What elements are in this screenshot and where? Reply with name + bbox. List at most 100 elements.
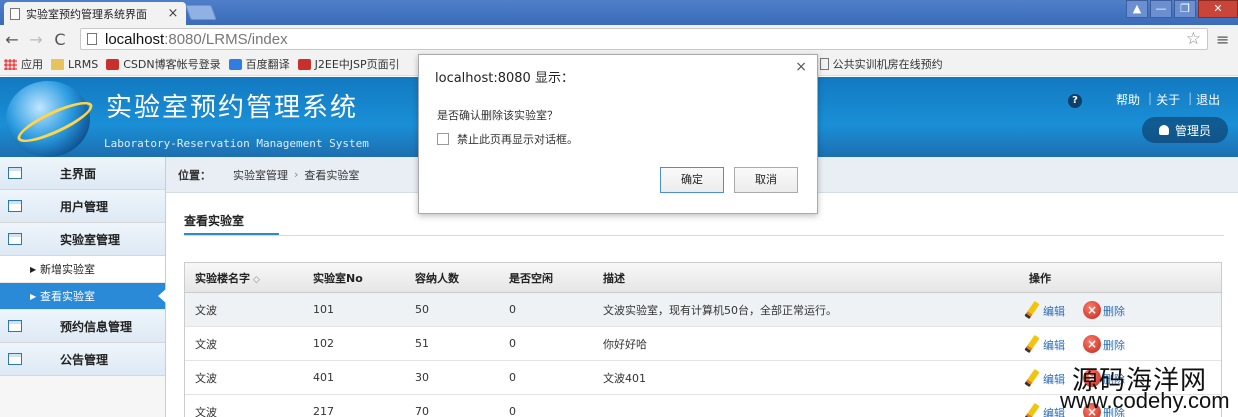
bookmark-label: CSDN博客帐号登录 bbox=[123, 58, 221, 71]
cancel-button[interactable]: 取消 bbox=[734, 167, 798, 193]
sidebar-item-label: 预约信息管理 bbox=[60, 319, 133, 334]
help-link[interactable]: 帮助 bbox=[1116, 91, 1140, 108]
sidebar-item-label: 实验室管理 bbox=[60, 232, 121, 247]
sidebar-item-labs[interactable]: 实验室管理 bbox=[0, 223, 165, 256]
column-header[interactable]: 实验楼名字 ◇ bbox=[185, 270, 313, 286]
watermark-url: www.codehy.com bbox=[1060, 388, 1230, 413]
globe-logo-icon bbox=[6, 81, 90, 157]
edit-button[interactable]: 编辑 bbox=[1024, 300, 1065, 319]
browser-menu-icon[interactable]: ≡ bbox=[1216, 30, 1229, 49]
sidebar-item-label: 用户管理 bbox=[60, 199, 109, 214]
section-title: 查看实验室 bbox=[184, 214, 245, 228]
about-link[interactable]: 关于 bbox=[1156, 91, 1180, 108]
url-path: :8080/LRMS/index bbox=[164, 30, 288, 48]
sidebar-item-home[interactable]: 主界面 bbox=[0, 157, 165, 190]
cell-building: 文波 bbox=[195, 405, 217, 417]
triangle-right-icon: ▶ bbox=[30, 291, 37, 301]
dialog-message: 是否确认删除该实验室？ bbox=[437, 109, 558, 122]
edit-button[interactable]: 编辑 bbox=[1024, 334, 1065, 353]
confirm-dialog: localhost:8080 显示： × 是否确认删除该实验室？ 禁止此页再显示… bbox=[418, 54, 818, 214]
logout-link[interactable]: 退出 bbox=[1196, 91, 1220, 108]
list-icon bbox=[8, 167, 22, 179]
sidebar-sub-add-lab[interactable]: ▶ 新增实验室 bbox=[0, 256, 165, 283]
bookmark-csdn[interactable]: CSDN博客帐号登录 bbox=[106, 56, 221, 72]
system-title: 实验室预约管理系统 bbox=[106, 93, 359, 123]
suppress-dialog-checkbox[interactable]: 禁止此页再显示对话框。 bbox=[437, 131, 578, 147]
bookmark-label: LRMS bbox=[68, 57, 99, 71]
screen: 实验室预约管理系统界面 × ▲ — ❐ ✕ ← → C localhost:80… bbox=[0, 0, 1238, 417]
delete-circle-icon: × bbox=[1083, 300, 1101, 319]
table-header: 实验楼名字 ◇ 实验室No 容纳人数 是否空闲 描述 操作 bbox=[185, 263, 1221, 293]
window-close-icon[interactable]: ✕ bbox=[1198, 0, 1238, 18]
cell-building: 文波 bbox=[195, 303, 217, 317]
dialog-title: localhost:8080 显示： bbox=[435, 71, 574, 86]
tab-close-icon[interactable]: × bbox=[166, 6, 180, 21]
column-header: 容纳人数 bbox=[415, 271, 459, 285]
breadcrumb-item: 查看实验室 bbox=[304, 168, 360, 182]
bookmark-star-icon[interactable]: ☆ bbox=[1186, 29, 1201, 49]
edit-label: 编辑 bbox=[1043, 372, 1065, 386]
cell-lab-no: 217 bbox=[313, 405, 334, 417]
cell-building: 文波 bbox=[195, 337, 217, 351]
window-minimize-icon[interactable]: — bbox=[1150, 0, 1172, 18]
bookmark-lrms[interactable]: LRMS bbox=[51, 58, 98, 71]
table-row: 文波 102 51 0 你好好哈 编辑 × 删除 bbox=[185, 327, 1221, 361]
header-links: 帮助 | 关于 | 退出 bbox=[1116, 91, 1224, 108]
cell-capacity: 70 bbox=[415, 405, 429, 417]
address-bar[interactable]: localhost:8080/LRMS/index ☆ bbox=[80, 28, 1208, 50]
back-arrow-icon[interactable]: ← bbox=[0, 30, 24, 49]
delete-label: 删除 bbox=[1103, 304, 1125, 318]
sidebar-item-users[interactable]: 用户管理 bbox=[0, 190, 165, 223]
bookmark-label: 百度翻译 bbox=[245, 58, 290, 71]
edit-label: 编辑 bbox=[1043, 338, 1065, 352]
list-icon bbox=[8, 353, 22, 365]
new-tab-button[interactable] bbox=[185, 5, 217, 20]
pencil-icon bbox=[1024, 402, 1040, 417]
apps-icon bbox=[4, 58, 17, 70]
browser-toolbar: ← → C localhost:8080/LRMS/index ☆ bbox=[0, 25, 1238, 53]
cell-idle: 0 bbox=[509, 303, 516, 316]
sidebar-sub-label: 查看实验室 bbox=[40, 290, 95, 303]
help-icon[interactable]: ? bbox=[1068, 94, 1082, 108]
breadcrumb-item[interactable]: 实验室管理 bbox=[233, 167, 288, 183]
list-icon bbox=[8, 200, 22, 212]
sidebar-item-reservations[interactable]: 预约信息管理 bbox=[0, 310, 165, 343]
column-header: 是否空闲 bbox=[509, 271, 553, 285]
list-icon bbox=[8, 233, 22, 245]
fanyi-icon bbox=[228, 58, 242, 70]
sidebar-sub-view-lab[interactable]: ▶ 查看实验室 bbox=[0, 283, 166, 310]
delete-button[interactable]: × 删除 bbox=[1083, 300, 1125, 319]
cell-idle: 0 bbox=[509, 337, 516, 350]
delete-button[interactable]: × 删除 bbox=[1083, 334, 1125, 353]
column-header: 实验室No bbox=[313, 271, 363, 285]
bookmark-label: J2EE中JSP页面引 bbox=[314, 58, 400, 71]
browser-tab-bar: 实验室预约管理系统界面 × ▲ — ❐ ✕ bbox=[0, 0, 1238, 25]
admin-button[interactable]: 管理员 bbox=[1142, 117, 1228, 143]
sort-icon[interactable]: ◇ bbox=[253, 275, 260, 285]
breadcrumb-separator: › bbox=[294, 168, 299, 181]
edit-button[interactable]: 编辑 bbox=[1024, 368, 1065, 387]
checkbox-box[interactable] bbox=[437, 133, 449, 145]
column-header: 描述 bbox=[603, 271, 625, 285]
browser-tab[interactable]: 实验室预约管理系统界面 × bbox=[4, 2, 186, 25]
reload-icon[interactable]: C bbox=[48, 30, 72, 49]
sidebar-item-label: 公告管理 bbox=[60, 352, 109, 367]
window-restore-icon[interactable]: ❐ bbox=[1174, 0, 1196, 18]
window-user-icon[interactable]: ▲ bbox=[1126, 0, 1148, 18]
bookmark-apps[interactable]: 应用 bbox=[4, 56, 43, 72]
cell-lab-no: 101 bbox=[313, 303, 334, 316]
cell-description: 你好好哈 bbox=[603, 337, 647, 351]
bookmark-label: 应用 bbox=[21, 58, 43, 71]
bookmark-fanyi[interactable]: 百度翻译 bbox=[228, 56, 290, 72]
forward-arrow-icon[interactable]: → bbox=[24, 30, 48, 49]
dialog-close-icon[interactable]: × bbox=[795, 59, 807, 75]
cell-idle: 0 bbox=[509, 405, 516, 417]
column-header: 操作 bbox=[1029, 271, 1051, 285]
table-row: 文波 101 50 0 文波实验室，现有计算机50台，全部正常运行。 编辑 × 删… bbox=[185, 293, 1221, 327]
ok-button[interactable]: 确定 bbox=[660, 167, 724, 193]
sidebar-item-notices[interactable]: 公告管理 bbox=[0, 343, 165, 376]
folder-icon bbox=[51, 58, 64, 70]
bookmark-lab-reserve[interactable]: 公共实训机房在线预约 bbox=[819, 56, 943, 72]
sidebar: 主界面 用户管理 实验室管理 ▶ 新增实验室 ▶ 查看实验室 预约信息管理 公告管理 bbox=[0, 157, 166, 417]
bookmark-j2ee[interactable]: J2EE中JSP页面引 bbox=[297, 56, 400, 72]
